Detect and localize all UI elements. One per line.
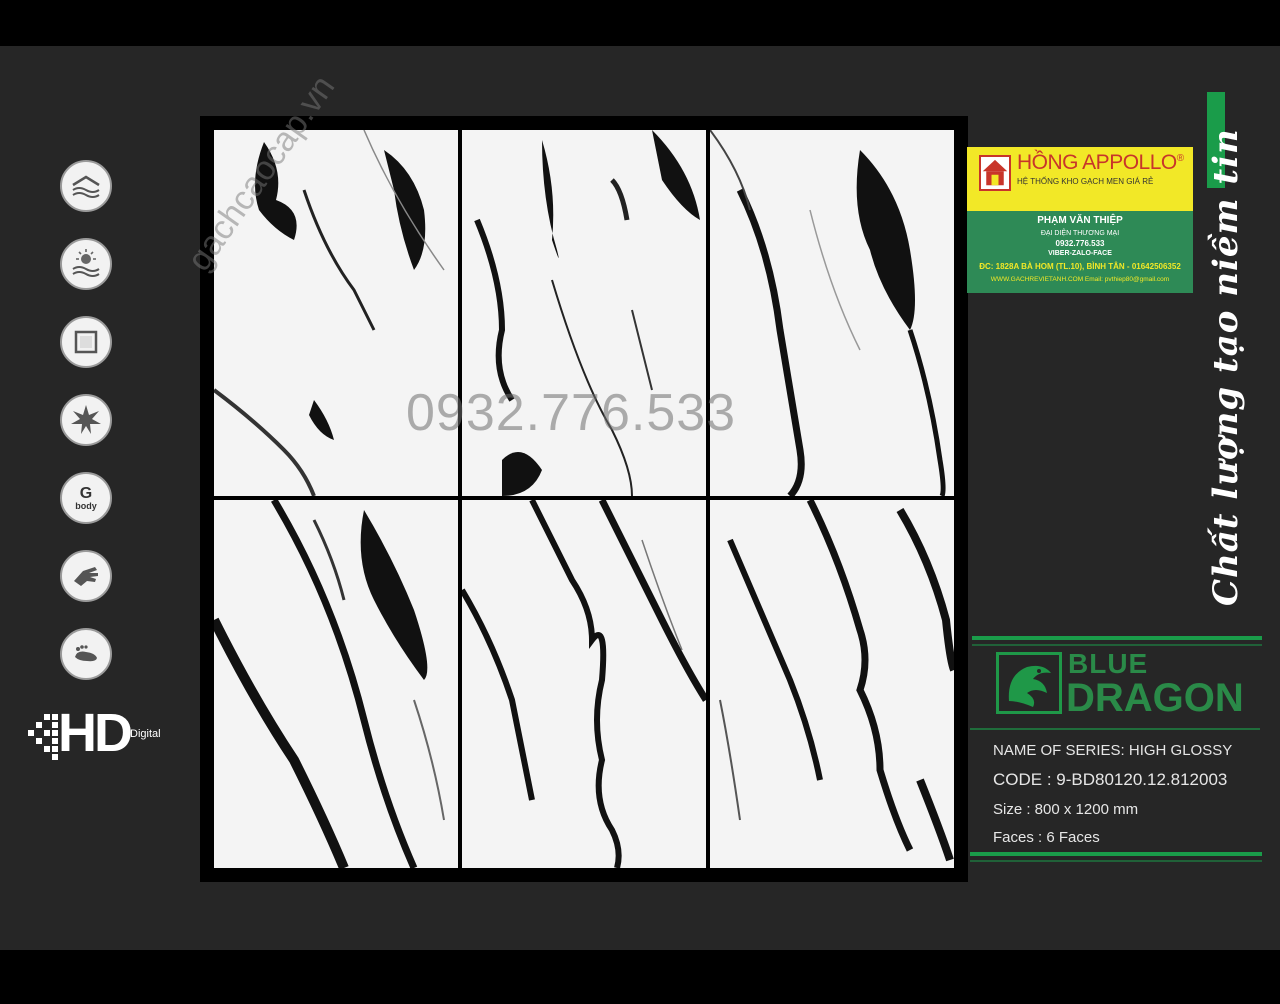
hand-icon <box>60 550 112 602</box>
watermark-phone: 0932.776.533 <box>406 384 737 442</box>
card-contact: VIBER-ZALO-FACE <box>1048 250 1112 257</box>
business-card: HỒNG APPOLLO® HỆ THỐNG KHO GẠCH MEN GIÁ … <box>967 147 1193 293</box>
catalog-canvas: G body HD Digital gachcaocap.vn 0932.776… <box>0 46 1280 950</box>
card-role: ĐẠI DIỆN THƯƠNG MẠI <box>1040 230 1120 237</box>
card-name: PHẠM VĂN THIỆP <box>1037 215 1123 226</box>
spec-faces: Faces : 6 Faces <box>993 829 1100 846</box>
g-body-letter: G <box>79 484 93 502</box>
spec-series: NAME OF SERIES: HIGH GLOSSY <box>993 742 1233 759</box>
card-address: ĐC: 1828A BÀ HOM (TL.10), BÌNH TÂN - 016… <box>979 262 1181 271</box>
sun-water-icon <box>60 238 112 290</box>
spec-size: Size : 800 x 1200 mm <box>993 801 1139 818</box>
slogan-text: Chất lượng tạo niềm tin <box>1206 128 1246 606</box>
green-line-top <box>972 636 1262 640</box>
g-body-icon: G body <box>60 472 112 524</box>
card-brand-text: HỒNG APPOLLO <box>1017 151 1177 174</box>
marble-tile-4 <box>214 500 458 868</box>
pixel-mosaic-icon <box>28 714 58 760</box>
green-line-mid <box>970 728 1260 730</box>
starburst-icon <box>60 394 112 446</box>
green-line-bottom-thin <box>970 860 1262 862</box>
feature-icon-column: G body <box>60 160 114 706</box>
wave-roof-icon <box>60 160 112 212</box>
card-reg-mark: ® <box>1176 153 1184 164</box>
marble-tile-5 <box>462 500 706 868</box>
square-edge-icon <box>60 316 112 368</box>
digital-text: Digital <box>130 728 161 740</box>
dragon-logo-icon <box>996 652 1062 714</box>
hd-text: HD <box>58 703 133 763</box>
green-line-top-thin <box>972 644 1262 646</box>
spec-code: CODE : 9-BD80120.12.812003 <box>993 770 1228 789</box>
card-tagline: HỆ THỐNG KHO GẠCH MEN GIÁ RẺ <box>1017 177 1154 186</box>
green-line-bottom <box>970 852 1262 856</box>
tile-grid <box>200 116 968 882</box>
card-phone: 0932.776.533 <box>1055 239 1105 248</box>
foot-icon <box>60 628 112 680</box>
card-web: WWW.GACHREVIETANH.COM Email: pvthiep80@g… <box>990 276 1170 283</box>
hd-digital-logo: HD Digital <box>26 703 171 764</box>
house-logo-icon <box>979 155 1011 191</box>
marble-tile-6 <box>710 500 954 868</box>
card-brand: HỒNG APPOLLO® <box>1017 151 1184 175</box>
brand-line2: DRAGON <box>1066 676 1244 720</box>
g-body-word: body <box>75 500 97 511</box>
marble-tile-3 <box>710 130 954 496</box>
